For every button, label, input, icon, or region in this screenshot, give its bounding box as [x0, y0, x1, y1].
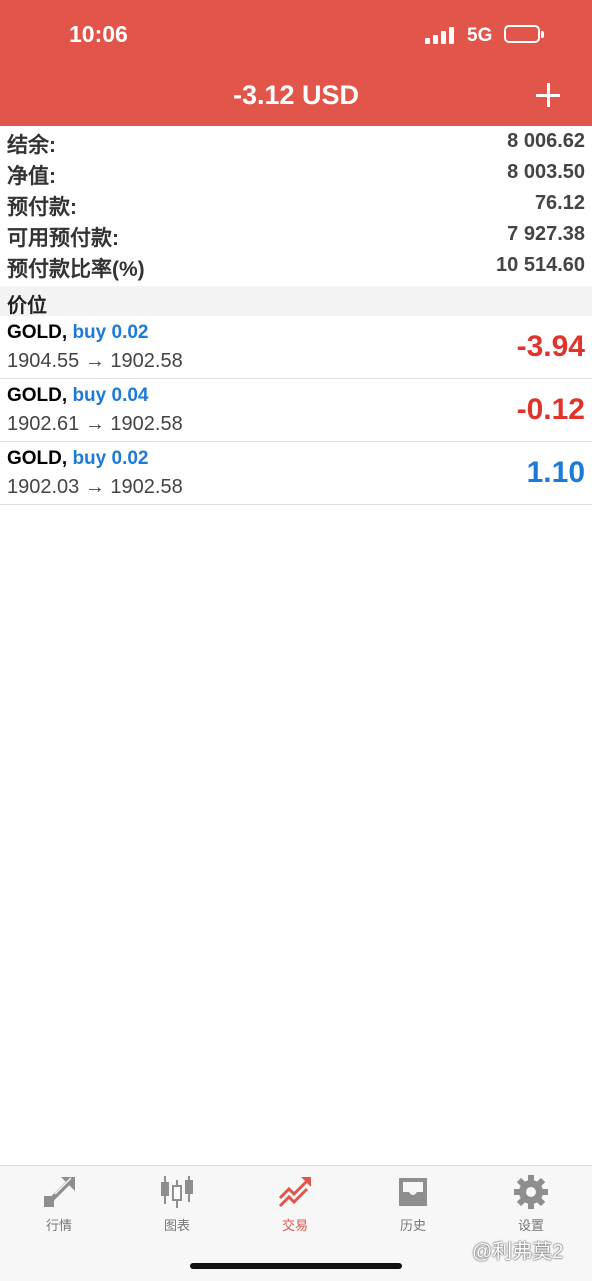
tab-history[interactable]: 历史: [354, 1166, 472, 1236]
equity-label: 净值:: [7, 165, 56, 188]
open-price: 1902.03: [7, 476, 80, 498]
quotes-arrows-icon: [44, 1177, 75, 1207]
summary-row-free-margin: 可用预付款: 7 927.38: [0, 219, 592, 250]
summary-row-equity: 净值: 8 003.50: [0, 157, 592, 188]
free-margin-label: 可用预付款:: [7, 227, 119, 250]
free-margin-value: 7 927.38: [507, 223, 585, 245]
open-price: 1904.55: [7, 350, 80, 372]
summary-row-margin: 预付款: 76.12: [0, 188, 592, 219]
summary-row-margin-level: 预付款比率(%) 10 514.60: [0, 250, 592, 281]
current-price: 1902.58: [110, 413, 183, 435]
trade-trend-icon: [278, 1177, 311, 1208]
position-prices: 1902.61 → 1902.58: [7, 413, 183, 436]
add-order-button[interactable]: [531, 78, 565, 112]
position-prices: 1904.55 → 1902.58: [7, 350, 183, 373]
tab-label: 行情: [45, 1218, 72, 1233]
price-arrow: →: [84, 476, 105, 498]
tab-label: 图表: [163, 1218, 190, 1233]
tab-quotes[interactable]: 行情: [0, 1166, 118, 1236]
position-row[interactable]: GOLD, buy 0.02 1902.03 → 1902.58 1.10: [0, 442, 592, 505]
position-profit: -0.12: [516, 393, 585, 426]
watermark-text: @利弗莫2: [472, 1241, 564, 1263]
candlestick-chart-icon: [161, 1176, 193, 1208]
position-row[interactable]: GOLD, buy 0.04 1902.61 → 1902.58 -0.12: [0, 379, 592, 442]
positions-section-header: 价位: [0, 286, 592, 317]
network-type: 5G: [467, 25, 493, 46]
margin-level-label: 预付款比率(%): [7, 258, 145, 281]
price-arrow: →: [84, 413, 105, 435]
margin-label: 预付款:: [7, 196, 77, 219]
tab-label: 设置: [517, 1218, 544, 1233]
tab-chart[interactable]: 图表: [118, 1166, 236, 1236]
current-price: 1902.58: [110, 476, 183, 498]
price-arrow: →: [84, 350, 105, 372]
position-symbol-line: GOLD, buy 0.02: [7, 448, 149, 470]
equity-value: 8 003.50: [507, 161, 585, 183]
current-price: 1902.58: [110, 350, 183, 372]
margin-value: 76.12: [534, 192, 585, 214]
tab-label: 交易: [281, 1218, 308, 1233]
position-prices: 1902.03 → 1902.58: [7, 476, 183, 499]
battery-icon: [504, 25, 544, 43]
positions-list: GOLD, buy 0.02 1904.55 → 1902.58 -3.94 G…: [0, 316, 592, 505]
tab-trade[interactable]: 交易: [236, 1166, 354, 1236]
position-row[interactable]: GOLD, buy 0.02 1904.55 → 1902.58 -3.94: [0, 316, 592, 379]
tab-settings[interactable]: 设置: [472, 1166, 590, 1236]
position-profit: -3.94: [516, 330, 585, 363]
position-symbol-line: GOLD, buy 0.04: [7, 385, 149, 407]
summary-row-balance: 结余: 8 006.62: [0, 126, 592, 157]
home-indicator[interactable]: [190, 1263, 402, 1269]
position-side: buy 0.02: [72, 322, 149, 343]
header-bar: 10:06 5G -3.12 USD: [0, 0, 592, 126]
settings-gear-icon: [514, 1175, 548, 1209]
balance-label: 结余:: [7, 134, 56, 157]
account-summary: 结余: 8 006.62 净值: 8 003.50 预付款: 76.12 可用预…: [0, 126, 592, 281]
position-symbol: GOLD,: [7, 322, 68, 343]
position-profit: 1.10: [526, 456, 585, 489]
position-symbol: GOLD,: [7, 385, 68, 406]
section-title: 价位: [7, 295, 47, 317]
balance-value: 8 006.62: [507, 130, 585, 152]
open-price: 1902.61: [7, 413, 80, 435]
history-tray-icon: [399, 1178, 427, 1206]
position-side: buy 0.02: [72, 448, 149, 469]
position-symbol: GOLD,: [7, 448, 68, 469]
page-title: -3.12 USD: [232, 80, 360, 110]
margin-level-value: 10 514.60: [496, 254, 585, 276]
tab-label: 历史: [399, 1218, 426, 1233]
signal-bars-icon: [425, 27, 459, 44]
position-symbol-line: GOLD, buy 0.02: [7, 322, 149, 344]
position-side: buy 0.04: [72, 385, 149, 406]
status-time: 10:06: [69, 21, 128, 47]
